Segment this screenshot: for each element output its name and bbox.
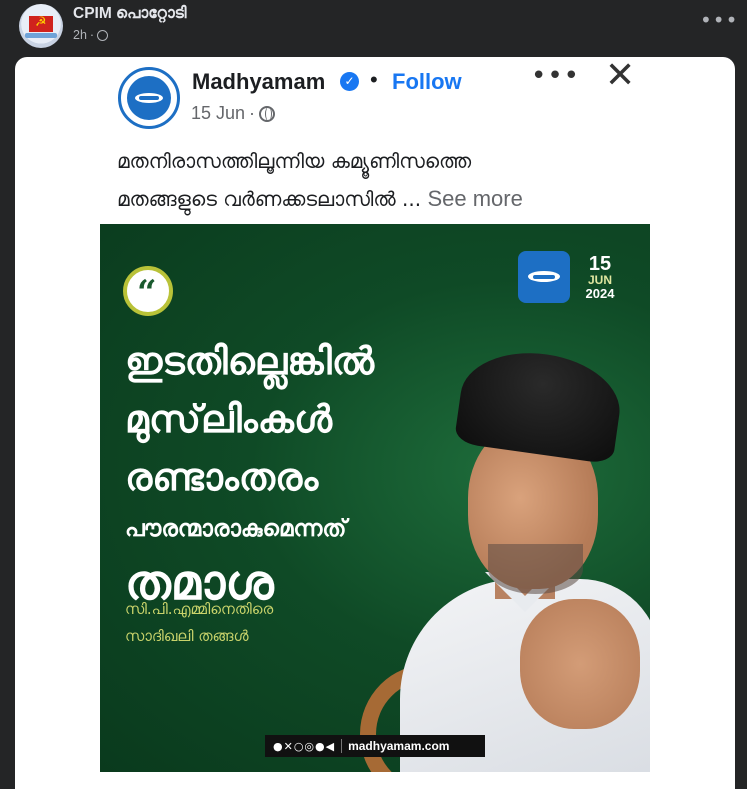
headline-line-2: മുസ്‌ലിംകൾ [125,397,333,441]
party-flag-icon [29,15,53,32]
post-meta: 2h · [73,28,109,42]
public-globe-icon [97,29,109,41]
poster-date-year: 2024 [585,286,615,301]
website-url: madhyamam.com [348,739,450,753]
embedded-post-date: 15 Jun · [191,103,276,124]
social-bar: ●✕○◎●◀ madhyamam.com [265,735,485,757]
madhyamam-logo[interactable] [118,67,180,129]
next-item-peek [115,785,155,789]
quote-icon: “ [123,266,173,316]
caption-line-1: മതനിരാസത്തിലൂന്നിയ കമ്യൂണിസത്തെ [117,149,472,173]
poster-date-day: 15 [588,253,612,275]
post-time[interactable]: 2h [73,28,87,42]
avatar-ribbon [25,33,57,38]
public-globe-icon [259,105,276,122]
poster-logo-icon [518,251,570,303]
more-options-icon[interactable]: ••• [700,8,738,32]
poster-headline: ഇടതില്ലെങ്കിൽ മുസ്‌ലിംകൾ രണ്ടാംതരം പൗരന്… [125,332,374,614]
headline-line-1: ഇടതില്ലെങ്കിൽ [125,339,375,383]
shared-screenshot-card: Madhyamam ✓ • Follow ••• ✕ 15 Jun · മതനി… [15,57,735,789]
meta-dot: · [89,28,95,42]
cap-shape [453,343,627,465]
see-more-link[interactable]: See more [427,186,522,211]
name-separator: • [370,67,378,92]
caption-line-2: മതങ്ങളുടെ വർണക്കടലാസിൽ ... See more [117,180,637,218]
headline-line-4: പൗരന്മാരാകുമെന്നത് [125,516,347,542]
post-caption: മതനിരാസത്തിലൂന്നിയ കമ്യൂണിസത്തെ മതങ്ങളുട… [117,143,637,218]
embedded-page-name[interactable]: Madhyamam [192,69,325,95]
post-author-name[interactable]: CPIM പൊറ്റോടി [73,5,187,23]
poster-subline: സി.പി.എമ്മിനെതിരെ സാദിഖലി തങ്ങൾ [125,596,273,650]
social-icons: ●✕○◎●◀ [273,739,336,753]
embedded-more-icon[interactable]: ••• [531,61,580,91]
close-icon[interactable]: ✕ [605,57,635,96]
subline-1: സി.പി.എമ്മിനെതിരെ [125,600,274,618]
date-text[interactable]: 15 Jun [191,103,245,124]
subline-2: സാദിഖലി തങ്ങൾ [125,627,249,645]
outer-post-header: CPIM പൊറ്റോടി 2h · ••• [0,0,747,56]
verified-badge-icon: ✓ [340,72,359,91]
news-poster-image[interactable]: “ 15 JUN 2024 ഇടതില്ലെങ്കിൽ മുസ്‌ലിംകൾ ര… [100,224,650,772]
poster-date: 15 JUN 2024 [580,254,620,301]
caption-line-2-text: മതങ്ങളുടെ വർണക്കടലാസിൽ ... [117,187,422,211]
quote-mark: “ [137,273,157,313]
person-photo [360,334,650,772]
page-avatar[interactable] [19,4,63,48]
follow-button[interactable]: Follow [392,69,462,95]
headline-line-3: രണ്ടാംതരം [125,455,319,499]
